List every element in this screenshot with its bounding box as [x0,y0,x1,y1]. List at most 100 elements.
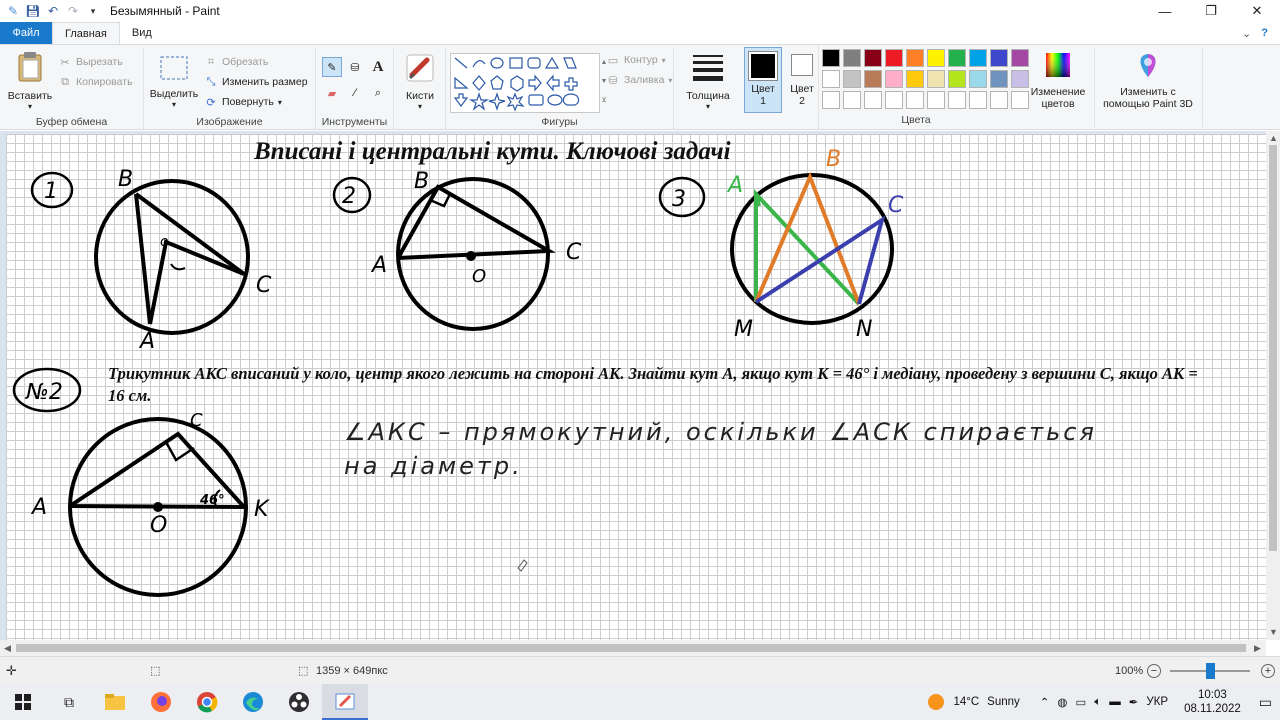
color-swatch[interactable] [822,70,840,88]
taskbar-paint[interactable] [322,684,368,720]
edit-colors-button[interactable]: Изменение цветов [1026,51,1090,110]
color-swatch[interactable] [990,91,1008,109]
tab-home[interactable]: Главная [52,22,120,44]
scroll-right-icon[interactable]: ▶ [1254,643,1261,654]
rotate-button[interactable]: ⟳ Повернуть ▾ [204,95,281,109]
color-swatch[interactable] [990,49,1008,67]
color-swatch[interactable] [864,70,882,88]
pencil-icon[interactable]: ✎ [322,57,342,77]
zoom-slider-thumb[interactable] [1206,663,1215,679]
color-swatch[interactable] [969,49,987,67]
scroll-left-icon[interactable]: ◀ [4,643,11,654]
color-swatch[interactable] [927,91,945,109]
color-swatch[interactable] [843,49,861,67]
tray-chevron-icon[interactable]: ⌃ [1040,695,1050,709]
help-icon[interactable]: ? [1261,27,1268,39]
taskbar-firefox[interactable] [138,684,184,720]
collapse-ribbon-icon[interactable]: ⌄ [1242,27,1251,40]
save-icon[interactable]: 💾︎ [25,4,40,18]
resize-button[interactable]: ⤡ Изменить размер [204,75,308,89]
scroll-up-icon[interactable]: ▲ [1269,133,1278,143]
outline-button[interactable]: ▭ Контур ▾ [606,53,666,67]
clock[interactable]: 10:03 08.11.2022 [1184,688,1241,716]
taskbar-chrome[interactable] [184,684,230,720]
color-picker-icon[interactable]: ⁄ [345,83,365,103]
size-button[interactable]: Толщина ▾ [680,51,736,111]
horizontal-scrollbar[interactable]: ◀ ▶ [0,640,1266,656]
color-swatch[interactable] [990,70,1008,88]
color-swatch[interactable] [822,49,840,67]
image-size-icon: ⬚ [298,665,309,677]
zoom-in-icon[interactable]: + [1261,663,1275,678]
customize-qa-icon[interactable]: ▾ [86,4,100,18]
select-button[interactable]: Выделить ▾ [148,55,200,109]
select-label: Выделить [149,88,199,100]
zoom-out-icon[interactable]: − [1147,663,1161,678]
taskbar-edge[interactable] [230,684,276,720]
weather-text[interactable]: Sunny [987,696,1020,708]
brushes-button[interactable]: Кисти ▾ [398,53,442,111]
vertical-scrollbar[interactable]: ▲ ▼ [1266,131,1280,640]
color-swatch[interactable] [969,70,987,88]
fig2-label-c: C [566,240,582,265]
color-swatch[interactable] [948,49,966,67]
undo-icon[interactable]: ↶ [46,4,60,18]
resize-label: Изменить размер [222,76,308,88]
color-swatch[interactable] [843,70,861,88]
crop-button[interactable]: ⌗ Обрезать [204,55,268,69]
color1-button[interactable]: Цвет 1 [744,47,782,113]
fig3-label-b: B [826,147,841,172]
cut-button[interactable]: ✂ Вырезать [58,55,122,69]
paste-button[interactable]: Вставить ▾ [6,51,54,111]
input-language[interactable]: УКР [1146,696,1168,708]
paste-dropdown-icon[interactable]: ▾ [6,102,54,111]
weather-temp[interactable]: 14°C [953,696,979,708]
vertical-scroll-thumb[interactable] [1269,145,1277,551]
file-menu[interactable]: Файл [0,22,52,44]
pen-icon[interactable]: ✒ [1129,695,1139,709]
color-swatch[interactable] [885,91,903,109]
color-swatch[interactable] [906,91,924,109]
color-swatch[interactable] [948,91,966,109]
taskbar-explorer[interactable] [92,684,138,720]
select-dropdown-icon[interactable]: ▾ [148,100,200,109]
minimize-icon[interactable]: — [1142,0,1188,22]
color-swatch[interactable] [906,70,924,88]
drawing-canvas[interactable]: 1 2 3 №2 B C A o B A C O A B C M N A C K… [6,134,1266,640]
copy-button[interactable]: ⧉ Копировать [58,75,132,89]
color-swatch[interactable] [948,70,966,88]
redo-icon[interactable]: ↷ [66,4,80,18]
color-swatch[interactable] [822,91,840,109]
color2-button[interactable]: Цвет 2 [784,51,820,107]
color-swatch[interactable] [864,91,882,109]
color-swatch[interactable] [843,91,861,109]
meet-now-icon[interactable]: ◍ [1057,695,1067,709]
color-swatch[interactable] [885,70,903,88]
chrome-icon [197,692,218,713]
color-swatch[interactable] [927,70,945,88]
text-tool-icon[interactable]: A [368,57,388,77]
horizontal-scroll-thumb[interactable] [16,644,1246,652]
color-swatch[interactable] [906,49,924,67]
taskbar-obs[interactable] [276,684,322,720]
maximize-icon[interactable]: ❐ [1188,0,1234,22]
network-icon[interactable]: ▭ [1075,695,1086,709]
battery-icon[interactable]: ▬ [1109,696,1121,708]
magnifier-icon[interactable]: ⌕ [368,83,388,103]
start-button[interactable] [0,684,46,720]
volume-icon[interactable]: 🔈︎ [1094,696,1101,709]
fill-button[interactable]: ⛁ Заливка ▾ [606,73,672,87]
color-swatch[interactable] [969,91,987,109]
notifications-icon[interactable]: ▭ [1259,694,1272,711]
eraser-icon[interactable]: ▰ [322,83,342,103]
task-view-button[interactable]: ⧉ [46,684,92,720]
color-swatch[interactable] [885,49,903,67]
color-swatch[interactable] [864,49,882,67]
color-swatch[interactable] [927,49,945,67]
color1-number: 1 [760,95,766,107]
fill-bucket-icon[interactable]: ⛁ [345,57,365,77]
paint3d-button[interactable]: Изменить с помощью Paint 3D [1098,51,1198,110]
close-icon[interactable]: ✕ [1234,0,1280,22]
scroll-down-icon[interactable]: ▼ [1269,627,1278,637]
tab-view[interactable]: Вид [120,22,164,44]
